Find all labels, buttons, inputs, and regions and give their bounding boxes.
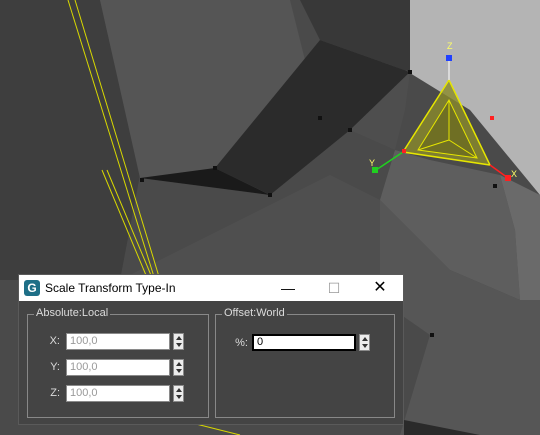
x-label: X:	[49, 335, 60, 347]
offset-spinner-icon[interactable]	[359, 334, 370, 351]
x-scale-field[interactable]: 100,0	[66, 333, 170, 350]
dialog-title: Scale Transform Type-In	[45, 281, 176, 295]
maximize-icon: ☐	[327, 280, 341, 296]
z-label: Z:	[50, 387, 60, 399]
gizmo-marker	[490, 116, 494, 120]
minimize-icon: —	[281, 280, 295, 296]
x-spinner-icon[interactable]	[173, 333, 184, 350]
z-scale-field[interactable]: 100,0	[66, 385, 170, 402]
absolute-local-label: Absolute:Local	[34, 307, 111, 319]
vertex	[348, 128, 352, 132]
vertex	[318, 116, 322, 120]
axis-z-label: Z	[447, 41, 453, 51]
y-label: Y:	[50, 361, 60, 373]
offset-world-label: Offset:World	[222, 307, 287, 319]
vertex	[408, 70, 412, 74]
absolute-local-group: Absolute:Local X: 100,0 Y: 100,0 Z: 100,…	[27, 307, 209, 418]
axis-y-label: Y	[369, 158, 375, 168]
gizmo-marker	[402, 149, 406, 153]
y-spinner-icon[interactable]	[173, 359, 184, 376]
z-spinner-icon[interactable]	[173, 385, 184, 402]
app-icon-letter: G	[27, 281, 37, 295]
close-icon: ✕	[373, 279, 387, 296]
vertex	[493, 184, 497, 188]
axis-z-handle[interactable]	[446, 55, 452, 61]
percent-label: %:	[235, 337, 248, 349]
scale-transform-dialog: G Scale Transform Type-In — ☐ ✕ Absolute…	[18, 274, 404, 425]
close-button[interactable]: ✕	[357, 275, 403, 301]
vertex	[268, 193, 272, 197]
vertex	[140, 178, 144, 182]
y-scale-field[interactable]: 100,0	[66, 359, 170, 376]
vertex	[430, 333, 434, 337]
app-icon: G	[24, 280, 40, 296]
minimize-button[interactable]: —	[265, 275, 311, 301]
offset-world-group: Offset:World %: 0	[215, 307, 395, 418]
offset-percent-field[interactable]: 0	[252, 334, 356, 351]
dialog-titlebar[interactable]: G Scale Transform Type-In — ☐ ✕	[19, 275, 403, 301]
axis-x-label: X	[511, 169, 517, 179]
maximize-button[interactable]: ☐	[311, 275, 357, 301]
vertex	[213, 166, 217, 170]
